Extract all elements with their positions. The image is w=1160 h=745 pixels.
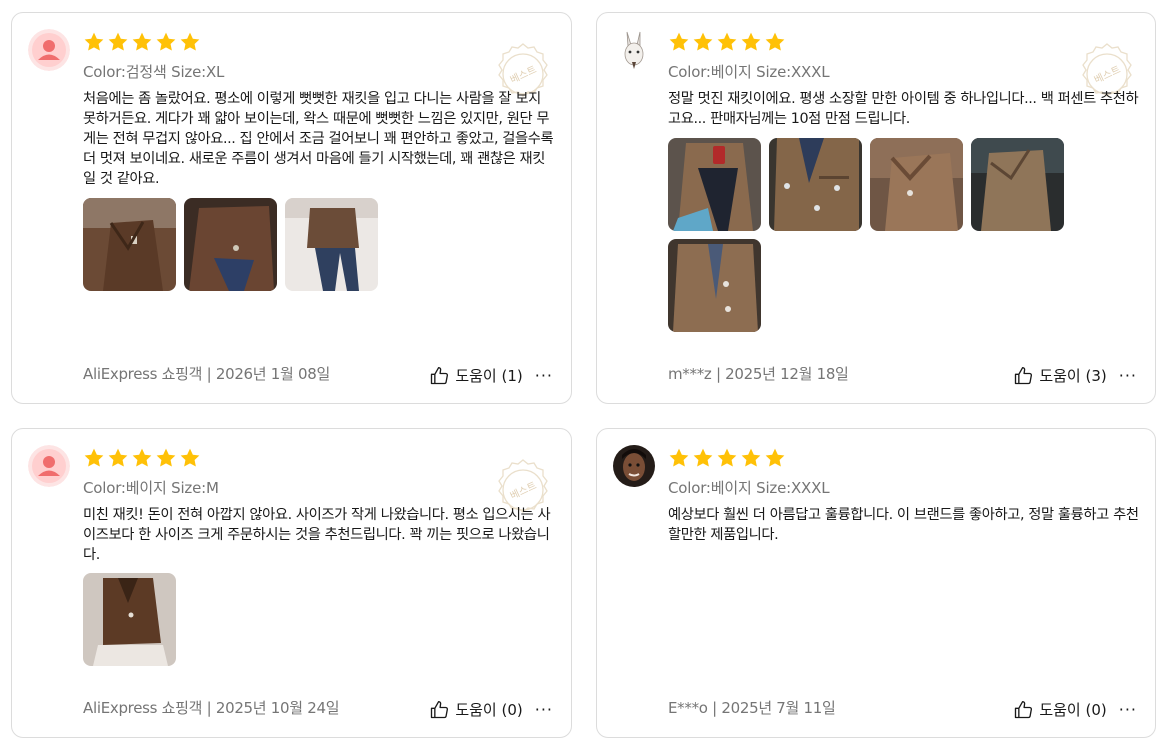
review-text: 정말 멋진 재킷이에요. 평생 소장할 만한 아이템 중 하나입니다... 백 … bbox=[668, 91, 1139, 127]
review-photo[interactable] bbox=[668, 138, 761, 231]
rabbit-mask-avatar-icon bbox=[613, 29, 655, 71]
star-icon bbox=[83, 447, 105, 469]
more-options-icon[interactable]: ··· bbox=[1119, 366, 1137, 385]
star-icon bbox=[764, 447, 786, 469]
more-options-icon[interactable]: ··· bbox=[1119, 700, 1137, 719]
star-icon bbox=[155, 447, 177, 469]
helpful-button[interactable]: 도움이 (3) ··· bbox=[1013, 365, 1137, 386]
review-photo[interactable] bbox=[184, 198, 277, 291]
thumbs-up-icon bbox=[429, 700, 449, 720]
thumbs-up-icon bbox=[1013, 700, 1033, 720]
reviewer-and-date: AliExpress 쇼핑객 | 2025년 10월 24일 bbox=[83, 699, 340, 717]
star-icon bbox=[155, 31, 177, 53]
review-text: 예상보다 훨씬 더 아름답고 훌륭합니다. 이 브랜드를 좋아하고, 정말 훌륭… bbox=[668, 507, 1139, 543]
best-badge-label: 베스트 bbox=[1092, 64, 1122, 87]
star-icon bbox=[179, 31, 201, 53]
review-photo[interactable] bbox=[285, 198, 378, 291]
star-icon bbox=[692, 447, 714, 469]
helpful-button[interactable]: 도움이 (0) ··· bbox=[429, 699, 553, 720]
review-card: 베스트 Color:베이지 Size:XXXL 정말 멋진 재킷이에요. 평생 … bbox=[596, 12, 1156, 404]
review-photo[interactable] bbox=[83, 198, 176, 291]
review-text: 미친 재킷! 돈이 전혀 아깝지 않아요. 사이즈가 작게 나왔습니다. 평소 … bbox=[83, 507, 551, 563]
best-badge-label: 베스트 bbox=[508, 64, 538, 87]
variant-info: Color:베이지 Size:XXXL bbox=[668, 479, 830, 497]
star-icon bbox=[668, 31, 690, 53]
star-icon bbox=[764, 31, 786, 53]
helpful-label: 도움이 (3) bbox=[1039, 367, 1107, 385]
star-icon bbox=[179, 447, 201, 469]
more-options-icon[interactable]: ··· bbox=[535, 700, 553, 719]
more-options-icon[interactable]: ··· bbox=[535, 366, 553, 385]
photo-avatar-icon bbox=[613, 445, 655, 487]
star-icon bbox=[107, 447, 129, 469]
star-rating bbox=[83, 31, 201, 53]
review-card: Color:베이지 Size:XXXL 예상보다 훨씬 더 아름답고 훌륭합니다… bbox=[596, 428, 1156, 738]
review-card: 베스트 Color:검정색 Size:XL 처음에는 좀 놀랐어요. 평소에 이… bbox=[11, 12, 572, 404]
review-photos bbox=[83, 573, 513, 666]
reviewer-and-date: m***z | 2025년 12월 18일 bbox=[668, 365, 849, 383]
review-text: 처음에는 좀 놀랐어요. 평소에 이렇게 뻣뻣한 재킷을 입고 다니는 사람을 … bbox=[83, 91, 554, 187]
review-photo[interactable] bbox=[769, 138, 862, 231]
variant-info: Color:베이지 Size:M bbox=[83, 479, 219, 497]
variant-info: Color:검정색 Size:XL bbox=[83, 63, 225, 81]
helpful-label: 도움이 (1) bbox=[455, 367, 523, 385]
reviewer-and-date: E***o | 2025년 7월 11일 bbox=[668, 699, 836, 717]
review-photos bbox=[83, 198, 513, 291]
variant-info: Color:베이지 Size:XXXL bbox=[668, 63, 830, 81]
helpful-button[interactable]: 도움이 (0) ··· bbox=[1013, 699, 1137, 720]
review-photo[interactable] bbox=[971, 138, 1064, 231]
default-user-avatar-icon bbox=[28, 445, 70, 487]
default-user-avatar-icon bbox=[28, 29, 70, 71]
star-icon bbox=[740, 447, 762, 469]
star-icon bbox=[716, 447, 738, 469]
star-icon bbox=[692, 31, 714, 53]
star-icon bbox=[83, 31, 105, 53]
star-icon bbox=[668, 447, 690, 469]
reviewer-and-date: AliExpress 쇼핑객 | 2026년 1월 08일 bbox=[83, 365, 330, 383]
best-badge-label: 베스트 bbox=[508, 480, 538, 503]
review-photo[interactable] bbox=[668, 239, 761, 332]
thumbs-up-icon bbox=[429, 366, 449, 386]
star-icon bbox=[716, 31, 738, 53]
star-rating bbox=[668, 31, 786, 53]
star-icon bbox=[131, 447, 153, 469]
review-card: 베스트 Color:베이지 Size:M 미친 재킷! 돈이 전혀 아깝지 않아… bbox=[11, 428, 572, 738]
helpful-label: 도움이 (0) bbox=[455, 701, 523, 719]
helpful-label: 도움이 (0) bbox=[1039, 701, 1107, 719]
review-photos bbox=[668, 138, 1098, 332]
star-icon bbox=[740, 31, 762, 53]
thumbs-up-icon bbox=[1013, 366, 1033, 386]
star-rating bbox=[668, 447, 786, 469]
star-icon bbox=[107, 31, 129, 53]
star-rating bbox=[83, 447, 201, 469]
review-photo[interactable] bbox=[83, 573, 176, 666]
helpful-button[interactable]: 도움이 (1) ··· bbox=[429, 365, 553, 386]
star-icon bbox=[131, 31, 153, 53]
review-photo[interactable] bbox=[870, 138, 963, 231]
